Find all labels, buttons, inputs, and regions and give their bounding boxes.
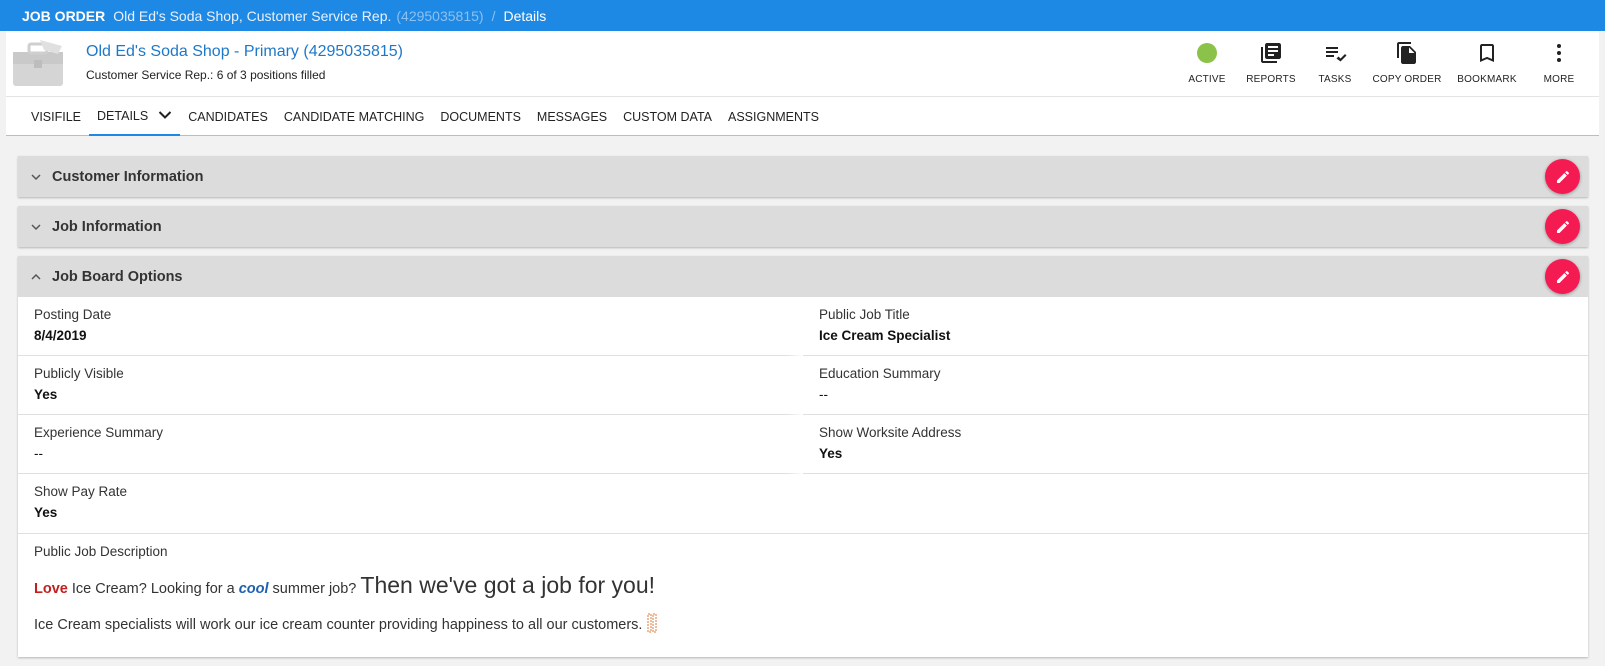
field-publicly-visible: Publicly Visible Yes: [18, 356, 803, 415]
active-label: ACTIVE: [1188, 74, 1226, 85]
description-headline: Then we've got a job for you!: [360, 572, 656, 598]
pencil-icon: [1556, 170, 1569, 183]
field-experience-summary: Experience Summary --: [18, 415, 803, 474]
tasks-icon: [1326, 47, 1347, 62]
reports-label: REPORTS: [1246, 74, 1296, 85]
field-education-summary: Education Summary --: [803, 356, 1588, 415]
bookmark-label: BOOKMARK: [1457, 74, 1517, 85]
edit-job-information-button[interactable]: [1545, 209, 1580, 244]
bookmark-icon: [1480, 44, 1494, 62]
copy-order-button[interactable]: COPY ORDER: [1367, 31, 1447, 96]
panel-title: Job Board Options: [52, 268, 183, 285]
field-label: Posting Date: [34, 307, 112, 322]
field-label: Experience Summary: [34, 425, 164, 440]
customer-information-panel: Customer Information: [18, 156, 1588, 197]
field-public-job-description: Public Job Description Love Ice Cream? L…: [18, 533, 1588, 657]
chevron-down-icon: [31, 223, 41, 230]
status-dot-icon: [1197, 43, 1217, 63]
chevron-down-icon: [31, 173, 41, 180]
record-tabs: VISIFILE DETAILS CANDIDATES CANDIDATE MA…: [6, 96, 1599, 136]
tasks-button[interactable]: TASKS: [1303, 31, 1367, 96]
empty-cell: [803, 474, 1588, 533]
field-value: 8/4/2019: [34, 328, 87, 343]
job-board-options-header[interactable]: Job Board Options: [18, 256, 1588, 297]
job-information-header[interactable]: Job Information: [18, 206, 1588, 247]
field-posting-date: Posting Date 8/4/2019: [18, 297, 803, 356]
field-value: Yes: [34, 505, 58, 520]
field-value: Yes: [819, 446, 843, 461]
tab-documents[interactable]: DOCUMENTS: [432, 97, 529, 136]
more-label: MORE: [1543, 74, 1575, 85]
record-type-label: JOB ORDER: [22, 7, 106, 24]
description-line-2: Ice Cream specialists will work our ice …: [34, 613, 1572, 637]
field-label: Show Pay Rate: [34, 484, 128, 499]
field-label: Show Worksite Address: [819, 425, 962, 440]
field-label: Public Job Description: [34, 544, 168, 559]
tab-assignments[interactable]: ASSIGNMENTS: [720, 97, 827, 136]
chevron-up-icon: [31, 273, 41, 280]
description-text: Ice Cream specialists will work our ice …: [34, 617, 643, 633]
reports-icon: [1261, 43, 1281, 63]
field-public-job-title: Public Job Title Ice Cream Specialist: [803, 297, 1588, 356]
breadcrumb-record-name[interactable]: Old Ed's Soda Shop, Customer Service Rep…: [113, 8, 391, 24]
briefcase-logo-icon: [10, 36, 68, 90]
description-text: Ice Cream? Looking for a: [67, 581, 239, 597]
pencil-icon: [1556, 270, 1569, 283]
field-value: Ice Cream Specialist: [819, 328, 951, 343]
job-board-options-panel: Job Board Options Posting Date 8/4/2019 …: [18, 256, 1588, 657]
reports-button[interactable]: REPORTS: [1239, 31, 1303, 96]
panel-title: Customer Information: [52, 168, 204, 185]
job-information-panel: Job Information: [18, 206, 1588, 247]
breadcrumb-record-id: (4295035815): [396, 7, 484, 24]
customer-information-header[interactable]: Customer Information: [18, 156, 1588, 197]
field-value: --: [819, 387, 828, 402]
bookmark-button[interactable]: BOOKMARK: [1447, 31, 1527, 96]
edit-customer-information-button[interactable]: [1545, 159, 1580, 194]
panel-title: Job Information: [52, 218, 162, 235]
ice-cream-icon: [646, 613, 658, 637]
breadcrumb-separator: /: [491, 7, 496, 24]
description-text: summer job?: [268, 581, 361, 597]
header-actions: ACTIVE REPORTS TASKS COPY ORDER BOOKMARK…: [1175, 31, 1591, 96]
breadcrumb-current: Details: [503, 7, 547, 24]
field-label: Public Job Title: [819, 307, 910, 322]
tab-details[interactable]: DETAILS: [89, 97, 181, 136]
tab-candidate-matching[interactable]: CANDIDATE MATCHING: [276, 97, 433, 136]
tab-details-label: DETAILS: [97, 108, 149, 123]
field-label: Publicly Visible: [34, 366, 124, 381]
field-show-worksite-address: Show Worksite Address Yes: [803, 415, 1588, 474]
more-button[interactable]: MORE: [1527, 31, 1591, 96]
tab-custom-data[interactable]: CUSTOM DATA: [615, 97, 720, 136]
tasks-label: TASKS: [1318, 74, 1352, 85]
record-header: Old Ed's Soda Shop - Primary (4295035815…: [6, 31, 1599, 96]
company-link[interactable]: Old Ed's Soda Shop - Primary (4295035815…: [86, 43, 403, 61]
description-line-1: Love Ice Cream? Looking for a cool summe…: [34, 572, 1572, 599]
more-vertical-icon: [1557, 44, 1561, 62]
tab-visifile[interactable]: VISIFILE: [23, 97, 89, 136]
job-board-fields: Posting Date 8/4/2019 Public Job Title I…: [18, 297, 1588, 533]
field-value: Yes: [34, 387, 58, 402]
field-label: Education Summary: [819, 366, 941, 381]
description-love: Love: [34, 581, 68, 597]
field-value: --: [34, 446, 43, 461]
tab-candidates[interactable]: CANDIDATES: [180, 97, 276, 136]
edit-job-board-options-button[interactable]: [1545, 259, 1580, 294]
pencil-icon: [1556, 220, 1569, 233]
copy-order-label: COPY ORDER: [1372, 74, 1442, 85]
positions-filled-text: Customer Service Rep.: 6 of 3 positions …: [86, 68, 326, 82]
tab-messages[interactable]: MESSAGES: [529, 97, 615, 136]
chevron-down-icon[interactable]: [158, 109, 172, 123]
field-show-pay-rate: Show Pay Rate Yes: [18, 474, 803, 533]
top-breadcrumb-bar: JOB ORDER Old Ed's Soda Shop, Customer S…: [0, 0, 1605, 31]
description-cool: cool: [238, 581, 269, 597]
active-status-button[interactable]: ACTIVE: [1175, 31, 1239, 96]
copy-icon: [1397, 42, 1416, 64]
